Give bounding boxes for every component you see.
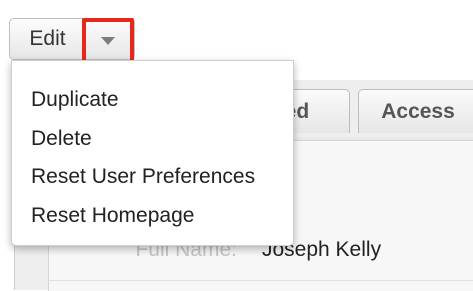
divider (48, 280, 473, 281)
menu-item-duplicate[interactable]: Duplicate (12, 81, 293, 120)
caret-down-icon (101, 37, 115, 45)
menu-item-reset-user-preferences[interactable]: Reset User Preferences (12, 158, 293, 197)
menu-item-delete[interactable]: Delete (12, 120, 293, 159)
tab-access[interactable]: Access (358, 89, 473, 133)
tab-access-label: Access (381, 99, 455, 123)
edit-button[interactable]: Edit (10, 19, 86, 59)
edit-dropdown-menu: Duplicate Delete Reset User Preferences … (11, 60, 294, 246)
edit-dropdown-toggle-button[interactable] (82, 18, 134, 64)
menu-item-reset-homepage[interactable]: Reset Homepage (12, 197, 293, 236)
